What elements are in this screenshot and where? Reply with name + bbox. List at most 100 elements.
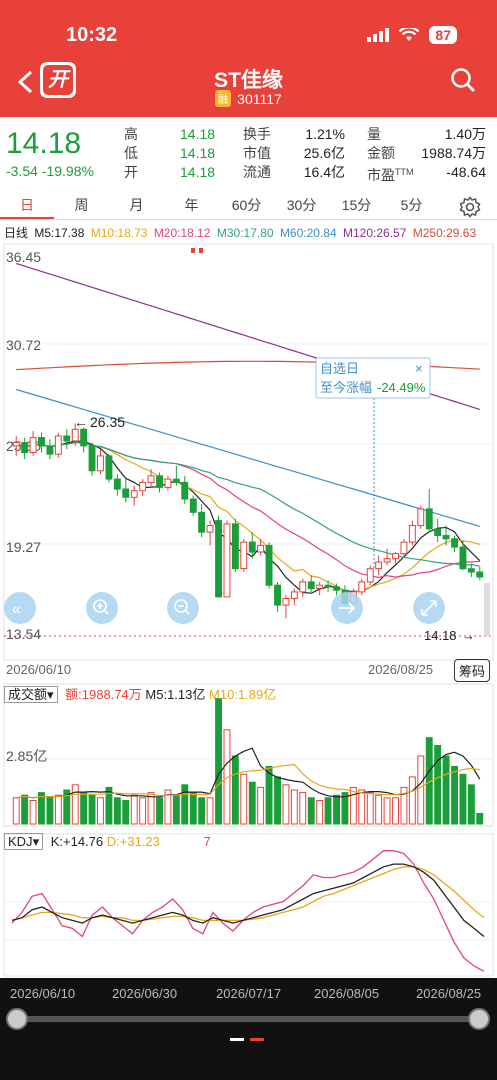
volume-label: 量 bbox=[367, 126, 381, 142]
kdj-selector[interactable]: KDJ▾ bbox=[4, 833, 44, 850]
candle-body bbox=[29, 437, 37, 454]
float-cap-value: 16.4亿 bbox=[303, 164, 345, 180]
change-percent: -19.98% bbox=[41, 163, 94, 179]
move-right-button[interactable] bbox=[331, 592, 363, 624]
candle-body bbox=[215, 520, 223, 598]
ma60-line bbox=[16, 388, 480, 527]
timeline-bar: 2026/06/10 2026/06/30 2026/07/17 2026/08… bbox=[0, 978, 497, 1080]
candle-body bbox=[206, 525, 214, 533]
volume-selector-label: 成交额 bbox=[8, 687, 48, 702]
volume-bar bbox=[97, 797, 104, 825]
high-annotation: 26.35 bbox=[90, 414, 125, 430]
candle-body bbox=[467, 568, 475, 573]
volume-bar bbox=[88, 794, 96, 825]
zoom-in-button[interactable] bbox=[86, 592, 118, 624]
kdj-d: D:+31.23 bbox=[106, 834, 160, 849]
stock-code: 301117 bbox=[237, 91, 282, 107]
kdj-j-line bbox=[11, 850, 485, 972]
tab-week[interactable]: 周 bbox=[54, 192, 109, 219]
turnover-value: 1.21% bbox=[305, 126, 345, 142]
event-marker bbox=[191, 248, 195, 253]
volume-selector[interactable]: 成交额▾ bbox=[4, 686, 58, 703]
turnover-label: 换手 bbox=[243, 126, 271, 142]
volume-bar bbox=[333, 794, 341, 825]
kdj-d-line bbox=[11, 866, 485, 922]
candle-body bbox=[442, 535, 450, 540]
ma10-value: M10:18.73 bbox=[90, 226, 148, 240]
tooltip-value: -24.49% bbox=[377, 380, 426, 395]
low-label: 低 bbox=[124, 145, 138, 161]
price-scale-handle[interactable] bbox=[484, 583, 490, 636]
volume-bar bbox=[130, 794, 138, 825]
timeline-date: 2026/08/25 bbox=[416, 986, 482, 1001]
timeline-date: 2026/08/05 bbox=[314, 986, 380, 1001]
page-indicator bbox=[230, 1038, 264, 1041]
candle-body bbox=[248, 541, 256, 553]
timeline-scroll-track[interactable] bbox=[16, 1016, 482, 1022]
tab-5min[interactable]: 5分 bbox=[384, 192, 439, 219]
candle-body bbox=[425, 508, 433, 530]
volume-bar bbox=[181, 784, 189, 825]
kdj-k: K:+14.76 bbox=[50, 834, 104, 849]
search-icon[interactable] bbox=[449, 66, 477, 94]
candle-body bbox=[80, 428, 88, 447]
quote-col-2: 换手 1.21% 市值 25.6亿 流通 16.4亿 bbox=[243, 125, 345, 182]
tab-year[interactable]: 年 bbox=[164, 192, 219, 219]
volume-bar bbox=[459, 773, 467, 825]
high-annotation-arrow: ← bbox=[74, 414, 88, 430]
tooltip-label: 至今涨幅 bbox=[320, 380, 372, 395]
candle-body bbox=[156, 475, 164, 488]
pe-ttm-mark: TTM bbox=[395, 167, 414, 177]
candle-body bbox=[54, 435, 62, 455]
tab-day[interactable]: 日 bbox=[0, 192, 54, 219]
volume-bar bbox=[29, 800, 37, 825]
candle-body bbox=[459, 546, 467, 570]
price-axis-label: 36.45 bbox=[6, 249, 41, 265]
float-cap-label: 流通 bbox=[243, 164, 271, 180]
fullscreen-button[interactable] bbox=[413, 592, 445, 624]
tab-30min[interactable]: 30分 bbox=[274, 192, 329, 219]
price-axis-label: 30.72 bbox=[6, 337, 41, 353]
volume-bar bbox=[307, 797, 315, 825]
zoom-out-button[interactable] bbox=[167, 592, 199, 624]
volume-bar bbox=[476, 813, 484, 825]
candle-body bbox=[316, 584, 324, 590]
tab-month[interactable]: 月 bbox=[109, 192, 164, 219]
tab-15min[interactable]: 15分 bbox=[329, 192, 384, 219]
volume-value: 1.40万 bbox=[444, 126, 486, 142]
candle-body bbox=[71, 428, 79, 442]
ma-label: 日线 bbox=[4, 226, 29, 240]
candles-group bbox=[12, 423, 484, 619]
kdj-j: 7 bbox=[203, 834, 211, 849]
volume-bar bbox=[12, 797, 20, 825]
timeline-left-handle[interactable] bbox=[6, 1008, 28, 1030]
volume-bar bbox=[215, 698, 223, 825]
timeline-right-handle[interactable] bbox=[468, 1008, 490, 1030]
candle-body bbox=[307, 581, 315, 589]
candle-body bbox=[333, 586, 341, 591]
candle-body bbox=[105, 455, 113, 480]
candle-body bbox=[417, 508, 425, 526]
candle-body bbox=[12, 442, 20, 447]
candle-body bbox=[366, 568, 374, 583]
tab-60min[interactable]: 60分 bbox=[219, 192, 274, 219]
chip-distribution-button[interactable]: 筹码 bbox=[453, 659, 490, 682]
volume-bar bbox=[231, 755, 239, 825]
svg-text:«: « bbox=[12, 601, 21, 618]
candle-body bbox=[97, 455, 104, 472]
volume-bar bbox=[358, 789, 366, 825]
battery-level: 87 bbox=[429, 26, 457, 44]
scroll-left-button[interactable]: « bbox=[4, 592, 36, 624]
volume-bar bbox=[417, 755, 425, 825]
change-value: -3.54 bbox=[6, 163, 38, 179]
market-cap-value: 25.6亿 bbox=[303, 145, 345, 161]
tooltip-close-icon[interactable]: × bbox=[415, 361, 423, 376]
low-value: 14.18 bbox=[180, 145, 216, 161]
candle-body bbox=[122, 488, 130, 498]
candle-body bbox=[299, 581, 307, 593]
ma-legend: 日线 M5:17.38 M10:18.73 M20:18.12 M30:17.8… bbox=[4, 224, 479, 241]
gear-icon[interactable] bbox=[459, 196, 481, 218]
kdj-k-line bbox=[11, 863, 485, 938]
kline-chart[interactable]: 36.45 30.72 25.00 19.27 13.54 ← 26.35 14… bbox=[0, 240, 497, 980]
price-axis-label: 13.54 bbox=[6, 626, 41, 642]
